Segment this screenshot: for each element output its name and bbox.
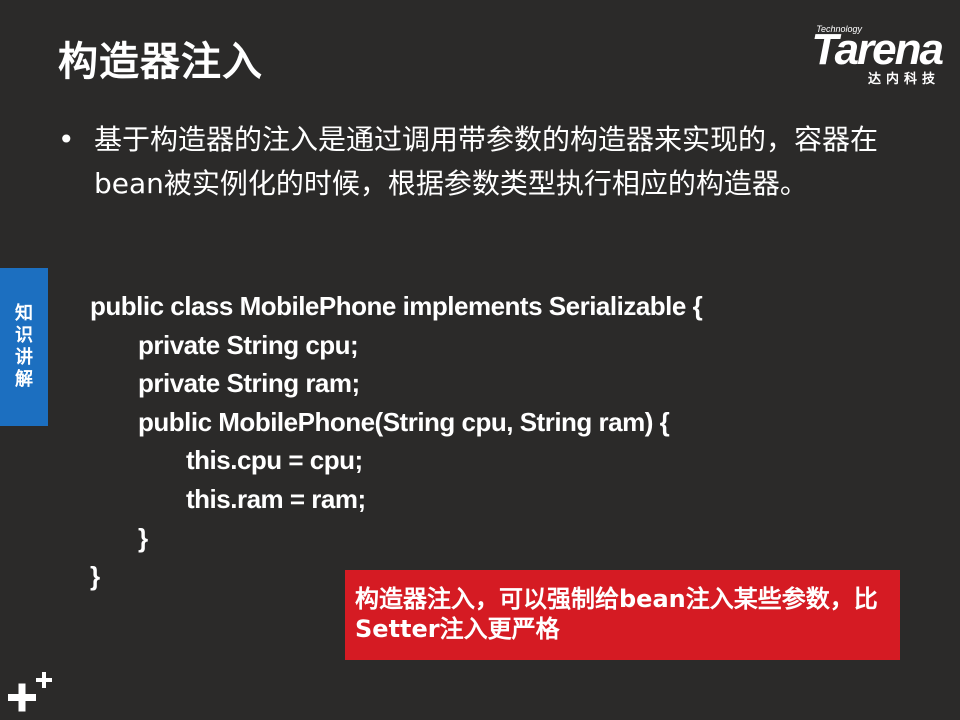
code-line: public MobilePhone(String cpu, String ra… <box>138 406 670 437</box>
logo-chinese-subtitle: 达内科技 <box>867 72 940 87</box>
side-tab-char: 解 <box>15 369 33 390</box>
bullet-item: • 基于构造器的注入是通过调用带参数的构造器来实现的，容器在bean被实例化的时… <box>58 118 898 206</box>
side-tab-char: 知 <box>15 303 33 324</box>
tarena-logo: Technology Tarena 达内科技 <box>772 18 944 88</box>
code-line: this.ram = ram; <box>186 483 366 514</box>
slide-title: 构造器注入 <box>58 39 263 85</box>
bullet-marker: • <box>58 123 75 156</box>
plus-icon <box>8 672 52 712</box>
logo-wordmark: Tarena <box>811 25 944 74</box>
code-block: public class MobilePhone implements Seri… <box>90 287 703 596</box>
side-tab-char: 讲 <box>15 347 33 368</box>
callout-text: 构造器注入，可以强制给bean注入某些参数，比Setter注入更严格 <box>355 585 878 643</box>
code-line: public class MobilePhone implements Seri… <box>90 291 703 321</box>
code-line: this.cpu = cpu; <box>186 445 363 476</box>
code-line: private String cpu; <box>138 329 359 360</box>
code-line: private String ram; <box>138 368 360 399</box>
bullet-text: 基于构造器的注入是通过调用带参数的构造器来实现的，容器在bean被实例化的时候，… <box>94 123 879 200</box>
code-line: } <box>138 522 148 553</box>
side-tab-knowledge: 知 识 讲 解 <box>0 268 48 426</box>
side-tab-char: 识 <box>15 325 33 346</box>
callout-box: 构造器注入，可以强制给bean注入某些参数，比Setter注入更严格 <box>345 570 900 660</box>
